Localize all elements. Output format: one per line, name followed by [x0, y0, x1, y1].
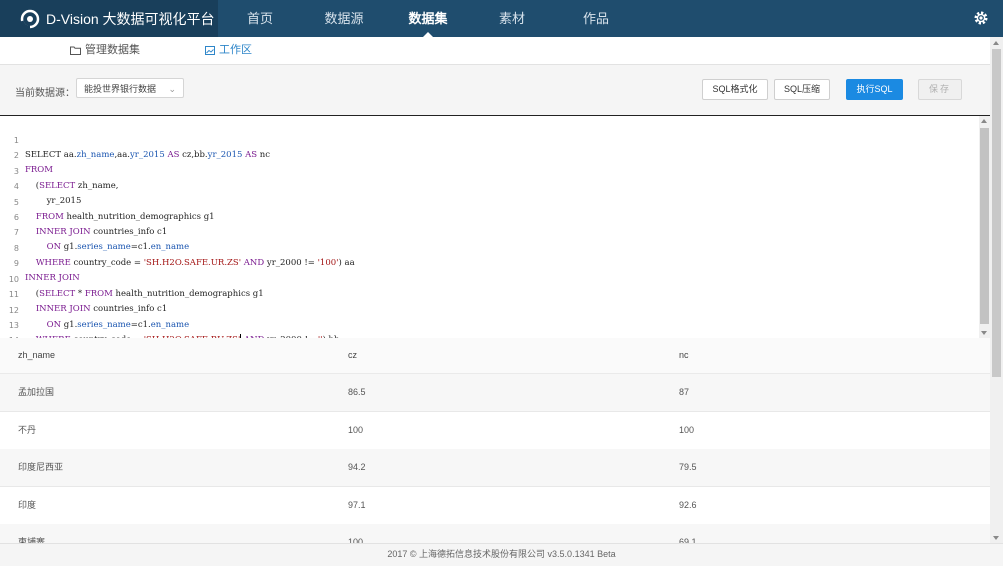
chevron-down-icon: ⌄	[168, 84, 176, 94]
nav-item-label: 首页	[246, 11, 273, 26]
sql-compress-button[interactable]: SQL压缩	[774, 79, 830, 100]
cell-zh-name: 孟加拉国	[18, 387, 55, 397]
scroll-down-arrow-icon[interactable]	[993, 536, 999, 540]
code-line: 8 WHERE country_code = 'SH.H2O.SAFE.UR.Z…	[0, 226, 355, 268]
table-row[interactable]: 不丹 100 100	[0, 412, 990, 450]
save-button[interactable]: 保存	[918, 79, 962, 100]
tab-label: 工作区	[219, 44, 252, 56]
brand[interactable]: D-Vision 大数据可视化平台	[0, 0, 218, 37]
code-line: 3 (SELECT zh_name,	[0, 149, 119, 191]
table-row[interactable]: 印度尼西亚 94.2 79.5	[0, 449, 990, 487]
nav-item-works[interactable]: 作品	[554, 0, 638, 37]
code-line: 11 INNER JOIN countries_info c1	[0, 272, 167, 314]
cell-cz: 94.2	[348, 462, 366, 472]
cell-nc: 100	[679, 425, 695, 435]
cell-cz: 86.5	[348, 387, 366, 397]
cell-nc: 92.6	[679, 500, 697, 510]
nav-item-material[interactable]: 素材	[470, 0, 554, 37]
d-vision-logo-icon	[20, 9, 40, 29]
code-line: 5 FROM health_nutrition_demographics g1	[0, 180, 215, 222]
nav-item-label: 数据源	[324, 11, 364, 26]
results-table: zh_name cz nc 孟加拉国 86.5 87 不丹 100 100 印度…	[0, 338, 990, 543]
sql-toolbar: 当前数据源： 能投世界银行数据 ⌄ SQL格式化 SQL压缩 执行SQL 保存	[0, 65, 990, 115]
tab-label: 管理数据集	[85, 44, 140, 56]
code-line: 6 INNER JOIN countries_info c1	[0, 195, 167, 237]
datasource-label: 当前数据源：	[15, 88, 75, 99]
editor-scrollbar[interactable]	[979, 116, 990, 338]
cell-nc: 87	[679, 387, 690, 397]
table-header: zh_name cz nc	[0, 338, 990, 374]
cell-zh-name: 不丹	[18, 425, 37, 435]
cell-cz: 100	[348, 537, 364, 543]
cell-zh-name: 印度	[18, 500, 37, 510]
app-title: D-Vision 大数据可视化平台	[46, 10, 215, 27]
datasource-value: 能投世界银行数据	[84, 84, 157, 94]
image-icon	[205, 46, 215, 55]
table-row[interactable]: 柬埔寨 100 69.1	[0, 524, 990, 543]
code-line: 10 (SELECT * FROM health_nutrition_demog…	[0, 257, 264, 299]
column-header-nc[interactable]: nc	[679, 338, 689, 373]
code-line: 2 FROM	[0, 133, 53, 175]
nav-item-label: 数据集	[408, 11, 448, 26]
footer: 2017 © 上海德拓信息技术股份有限公司 v3.5.0.1341 Beta	[0, 543, 1003, 566]
code-line: 1 SELECT aa.zh_name,aa.yr_2015 AS cz,bb.…	[0, 118, 270, 160]
nav-item-dataset[interactable]: 数据集	[386, 0, 470, 37]
code-line: 12 ON g1.series_name=c1.en_name	[0, 288, 189, 330]
tab-manage-datasets[interactable]: 管理数据集	[70, 37, 140, 64]
code-line: 9 INNER JOIN	[0, 241, 80, 283]
cell-zh-name: 印度尼西亚	[18, 462, 64, 472]
code-line: 14 ON aa.zh_name=bb.zh_name	[0, 318, 19, 338]
nav-item-label: 素材	[498, 11, 525, 26]
datasource-select[interactable]: 能投世界银行数据 ⌄	[76, 78, 184, 98]
scrollbar-thumb[interactable]	[992, 49, 1001, 377]
code-line: 13 WHERE country_code = 'SH.H2O.SAFE.RU.…	[0, 303, 339, 338]
cell-nc: 79.5	[679, 462, 697, 472]
nav-item-home[interactable]: 首页	[218, 0, 302, 37]
cell-nc: 69.1	[679, 537, 697, 543]
cell-cz: 97.1	[348, 500, 366, 510]
scroll-up-arrow-icon[interactable]	[981, 119, 987, 123]
sql-editor[interactable]: 1 SELECT aa.zh_name,aa.yr_2015 AS cz,bb.…	[0, 115, 990, 339]
code-line: 7 ON g1.series_name=c1.en_name	[0, 210, 189, 252]
sub-tabs: 管理数据集 工作区	[0, 37, 990, 65]
table-row[interactable]: 印度 97.1 92.6	[0, 487, 990, 525]
nav-item-datasource[interactable]: 数据源	[302, 0, 386, 37]
column-header-zh-name[interactable]: zh_name	[18, 338, 55, 373]
gear-icon[interactable]	[973, 10, 989, 26]
cell-cz: 100	[348, 425, 364, 435]
run-sql-button[interactable]: 执行SQL	[846, 79, 903, 100]
scroll-down-arrow-icon[interactable]	[981, 331, 987, 335]
scrollbar-thumb[interactable]	[980, 128, 989, 324]
tab-workspace[interactable]: 工作区	[205, 37, 252, 64]
cell-zh-name: 柬埔寨	[18, 537, 46, 543]
top-navigation-bar: D-Vision 大数据可视化平台 首页 数据源 数据集 素材 作品	[0, 0, 1003, 37]
sql-format-button[interactable]: SQL格式化	[702, 79, 768, 100]
table-row[interactable]: 孟加拉国 86.5 87	[0, 374, 990, 412]
nav-item-label: 作品	[582, 11, 609, 26]
code-line: 4 yr_2015	[0, 164, 81, 206]
scroll-up-arrow-icon[interactable]	[993, 41, 999, 45]
main-nav: 首页 数据源 数据集 素材 作品	[218, 0, 638, 37]
folder-icon	[70, 46, 81, 55]
page-scrollbar[interactable]	[990, 37, 1003, 543]
column-header-cz[interactable]: cz	[348, 338, 357, 373]
